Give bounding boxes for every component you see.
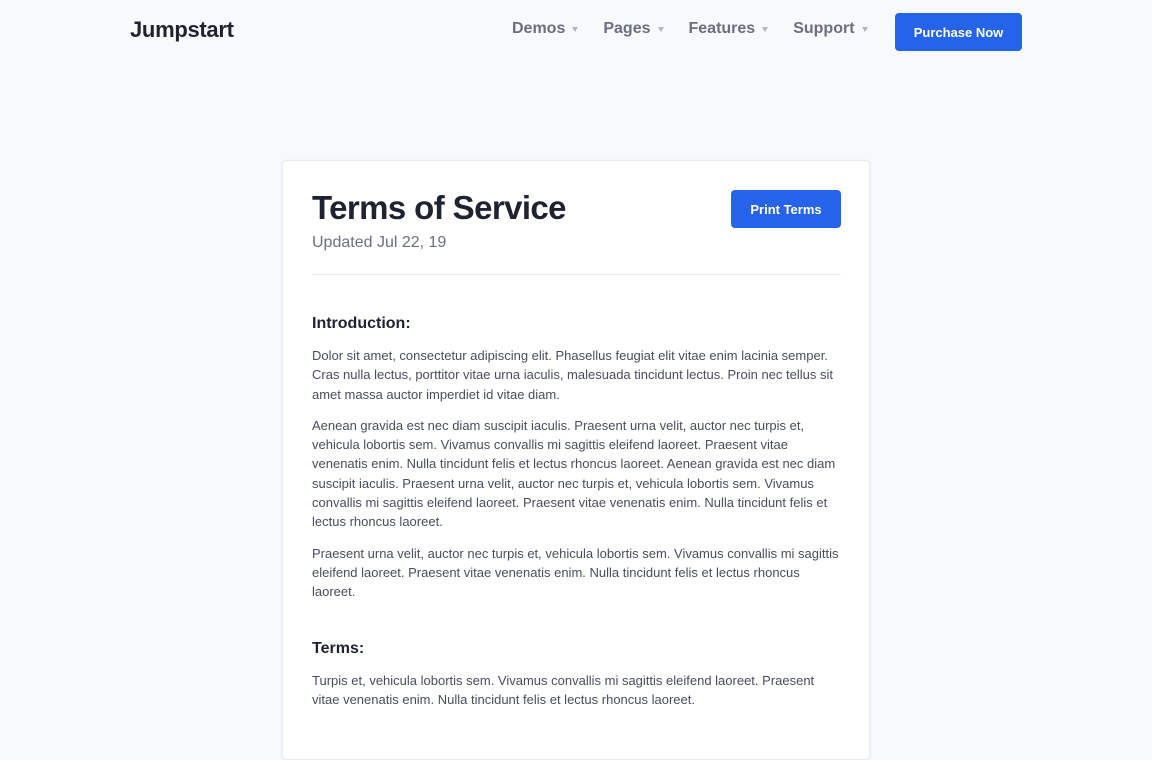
caret-down-icon (572, 26, 579, 32)
nav-item-pages[interactable]: Pages (603, 20, 664, 38)
main-nav: Demos Pages Features Support (512, 20, 893, 38)
caret-down-icon (861, 26, 868, 32)
nav-item-label: Features (688, 20, 756, 37)
nav-item-demos[interactable]: Demos (512, 20, 579, 38)
paragraph: Aenean gravida est nec diam suscipit iac… (312, 417, 836, 530)
terms-card: Terms of Service Updated Jul 22, 19 Prin… (282, 160, 870, 760)
section-terms: Terms: Turpis et, vehicula lobortis sem.… (312, 638, 843, 710)
nav-item-support[interactable]: Support (793, 20, 868, 38)
nav-item-label: Pages (603, 20, 651, 37)
section-heading: Introduction: (312, 315, 411, 332)
terms-body: Introduction: Dolor sit amet, consectetu… (312, 313, 843, 721)
brand-logo[interactable]: Jumpstart (130, 17, 234, 43)
nav-item-label: Demos (512, 20, 566, 37)
paragraph: Turpis et, vehicula lobortis sem. Vivamu… (312, 672, 815, 707)
top-navbar: Jumpstart Demos Pages Features Support P… (0, 0, 1152, 64)
nav-item-label: Support (793, 20, 855, 37)
caret-down-icon (657, 26, 664, 32)
caret-down-icon (762, 26, 769, 32)
nav-item-features[interactable]: Features (689, 20, 769, 38)
updated-date: Updated Jul 22, 19 (312, 234, 447, 251)
page-title: Terms of Service (312, 189, 567, 226)
section-introduction: Introduction: Dolor sit amet, consectetu… (312, 313, 843, 602)
terms-header: Terms of Service Updated Jul 22, 19 Prin… (312, 187, 841, 275)
purchase-now-button[interactable]: Purchase Now (895, 13, 1022, 51)
print-terms-button[interactable]: Print Terms (731, 190, 841, 228)
paragraph: Praesent urna velit, auctor nec turpis e… (312, 545, 839, 600)
paragraph: Dolor sit amet, consectetur adipiscing e… (312, 348, 833, 402)
section-heading: Terms: (312, 639, 365, 657)
